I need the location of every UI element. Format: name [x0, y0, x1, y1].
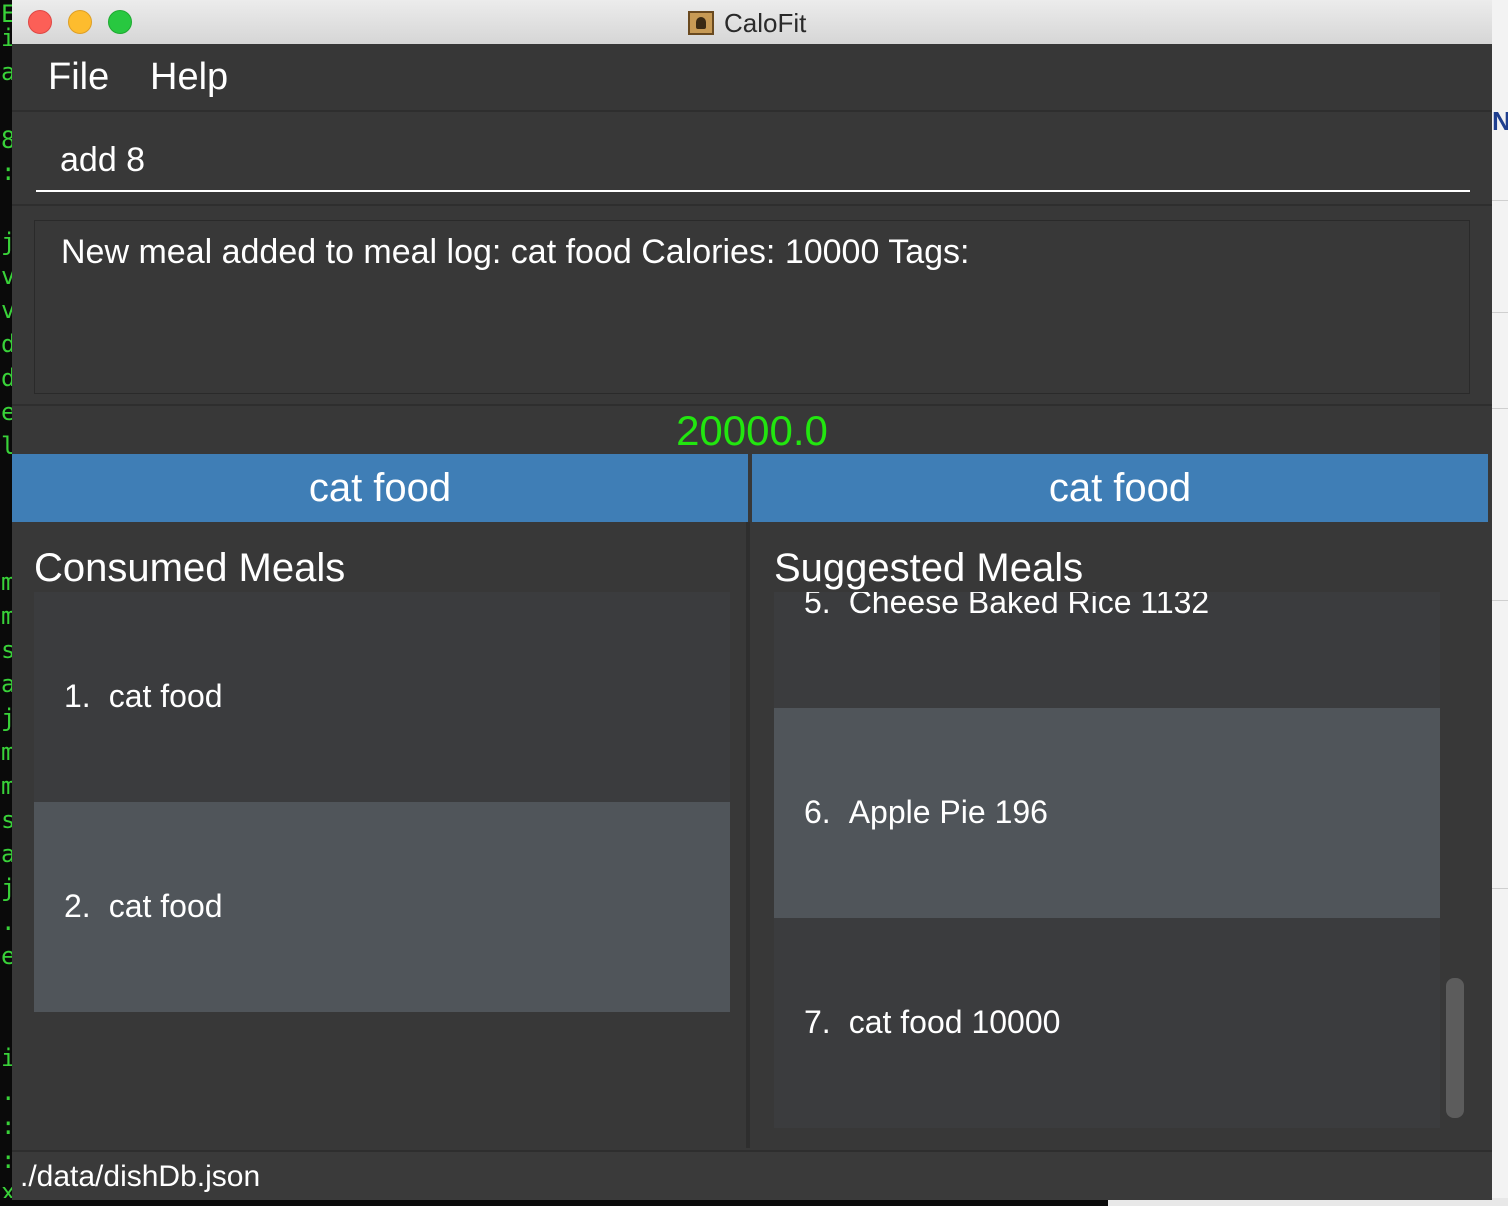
- list-item[interactable]: 1. cat food: [34, 592, 730, 802]
- list-item-label: cat food: [108, 888, 223, 924]
- list-item-index: 1.: [64, 678, 91, 714]
- menu-help[interactable]: Help: [150, 56, 228, 99]
- list-item-index: 6.: [804, 794, 831, 830]
- background-terminal: E i a 8 : j v v d d e l m m s a j m m s …: [0, 0, 16, 1206]
- result-display[interactable]: New meal added to meal log: cat food Cal…: [34, 220, 1470, 394]
- list-item[interactable]: 6. Apple Pie 196: [774, 708, 1440, 918]
- suggested-meals-panel: Suggested Meals 5. Cheese Baked Rice 1132…: [754, 522, 1492, 1148]
- consumed-meal-banner: cat food: [12, 454, 748, 522]
- status-bar: ./data/dishDb.json: [12, 1150, 1492, 1200]
- window-title-group: CaloFit: [688, 8, 806, 38]
- list-item-index: 2.: [64, 888, 91, 924]
- result-display-container: New meal added to meal log: cat food Cal…: [12, 206, 1492, 406]
- consumed-meals-title: Consumed Meals: [34, 546, 346, 590]
- menu-bar: File Help: [12, 44, 1492, 112]
- minimize-window-button[interactable]: [68, 10, 92, 34]
- list-item-index: 7.: [804, 1004, 831, 1040]
- list-item-index: 5.: [804, 592, 831, 620]
- app-window: CaloFit File Help New meal added to meal…: [12, 0, 1492, 1200]
- suggested-meals-title: Suggested Meals: [774, 546, 1084, 590]
- list-item-label: cat food: [108, 678, 223, 714]
- calorie-counter: 20000.0: [12, 406, 1492, 454]
- background-window: Ne: [1492, 0, 1508, 1206]
- result-message: New meal added to meal log: cat food Cal…: [61, 233, 970, 271]
- maximize-window-button[interactable]: [108, 10, 132, 34]
- list-item-label: cat food 10000: [848, 1004, 1061, 1040]
- title-bar[interactable]: CaloFit: [12, 0, 1492, 45]
- close-window-button[interactable]: [28, 10, 52, 34]
- calorie-value: 20000.0: [676, 407, 828, 454]
- window-title: CaloFit: [724, 7, 807, 38]
- consumed-meals-list[interactable]: 1. cat food 2. cat food: [34, 592, 730, 1012]
- menu-file[interactable]: File: [48, 56, 109, 99]
- status-file-path: ./data/dishDb.json: [20, 1160, 261, 1193]
- suggested-meal-banner: cat food: [752, 454, 1488, 522]
- list-item[interactable]: 2. cat food: [34, 802, 730, 1012]
- list-item-label: Apple Pie 196: [848, 794, 1048, 830]
- contacts-book-icon: [688, 11, 714, 35]
- suggested-meals-scrollbar[interactable]: [1446, 978, 1464, 1118]
- list-item[interactable]: 5. Cheese Baked Rice 1132: [774, 592, 1440, 708]
- command-box-container: [12, 112, 1492, 206]
- consumed-meals-panel: Consumed Meals 1. cat food 2. cat food: [12, 522, 750, 1148]
- list-item[interactable]: 7. cat food 10000: [774, 918, 1440, 1128]
- suggested-meals-list[interactable]: 5. Cheese Baked Rice 1132 6. Apple Pie 196…: [774, 592, 1440, 1128]
- list-item-label: Cheese Baked Rice 1132: [848, 592, 1210, 620]
- command-input[interactable]: [36, 130, 1470, 192]
